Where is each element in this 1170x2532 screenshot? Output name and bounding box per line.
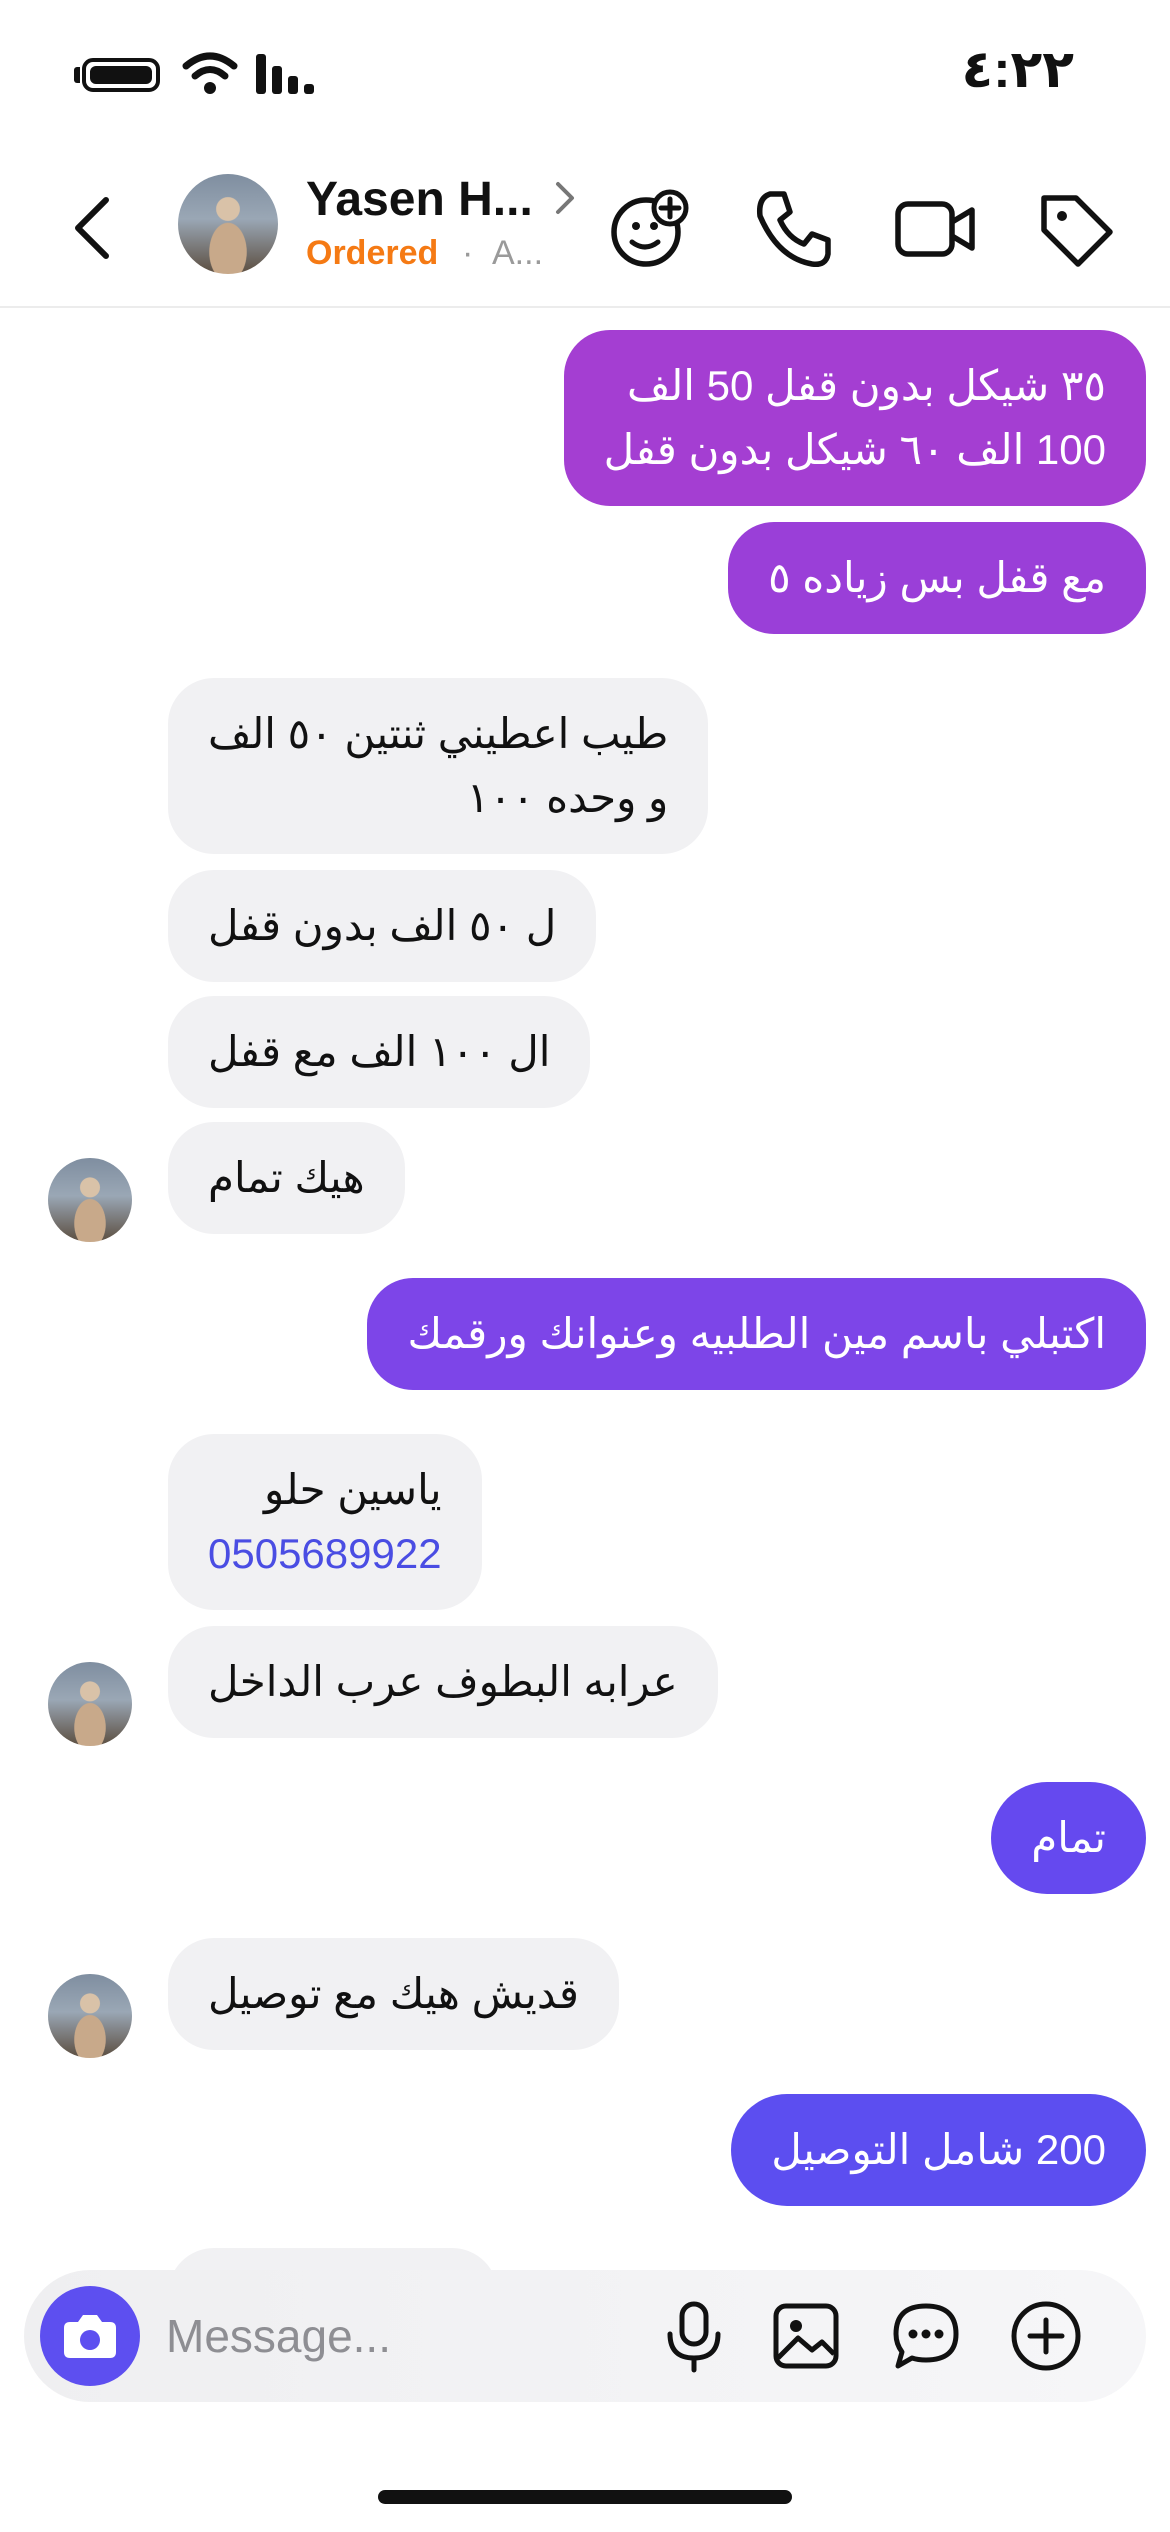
sender-avatar[interactable]: [48, 1662, 132, 1746]
chevron-right-icon[interactable]: [552, 178, 580, 218]
tag-icon[interactable]: [1030, 184, 1120, 274]
message-outgoing[interactable]: مع قفل بس زياده ٥: [728, 522, 1146, 634]
message-text: ال ١٠٠ الف مع قفل: [208, 1028, 551, 1075]
message-text: هيك تمام: [208, 1154, 365, 1201]
message-text: و وحده ١٠٠: [466, 774, 669, 821]
status-separator: ·: [462, 234, 474, 272]
phone-number-link[interactable]: 0505689922: [208, 1522, 442, 1586]
chat-header: Yasen H... Ordered · A...: [0, 150, 1170, 308]
wifi-icon: [182, 52, 238, 94]
message-incoming[interactable]: ال ١٠٠ الف مع قفل: [168, 996, 591, 1108]
contact-name[interactable]: Yasen H...: [306, 172, 533, 227]
battery-icon: [82, 58, 160, 92]
message-incoming[interactable]: ل ٥٠ الف بدون قفل: [168, 870, 597, 982]
message-text: اكتبلي باسم مين الطلبيه وعنوانك ورقمك: [407, 1310, 1106, 1357]
message-text: عرابه البطوف عرب الداخل: [208, 1658, 678, 1705]
camera-icon: [64, 2315, 116, 2358]
battery-tip: [74, 67, 80, 83]
message-outgoing[interactable]: ٣٥ شيكل بدون قفل 50 الف 100 الف ٦٠ شيكل …: [563, 330, 1146, 506]
video-icon[interactable]: [890, 184, 980, 274]
status-badge: Ordered: [306, 234, 439, 272]
camera-button[interactable]: [40, 2286, 140, 2386]
message-text: تمام: [1031, 1814, 1106, 1861]
message-text: طيب اعطيني ثنتين ٥٠ الف: [208, 710, 669, 757]
sticker-add-icon[interactable]: [604, 184, 694, 274]
message-text: ل ٥٠ الف بدون قفل: [208, 902, 557, 949]
message-outgoing[interactable]: اكتبلي باسم مين الطلبيه وعنوانك ورقمك: [367, 1278, 1146, 1390]
status-subtext: A...: [492, 234, 544, 272]
message-incoming[interactable]: هيك تمام: [168, 1122, 405, 1234]
status-bar: ٤:٢٢: [0, 0, 1170, 150]
message-text: 200 شامل التوصيل: [771, 2126, 1106, 2173]
message-outgoing[interactable]: 200 شامل التوصيل: [731, 2094, 1146, 2206]
message-text: مع قفل بس زياده ٥: [768, 554, 1106, 601]
message-incoming[interactable]: ياسين حلو 0505689922: [168, 1434, 482, 1610]
message-text: قديش هيك مع توصيل: [208, 1970, 579, 2017]
message-text: 100 الف ٦٠ شيكل بدون قفل: [603, 426, 1106, 473]
message-incoming[interactable]: طيب اعطيني ثنتين ٥٠ الف و وحده ١٠٠: [168, 678, 709, 854]
message-input[interactable]: [166, 2294, 666, 2378]
image-icon[interactable]: [766, 2296, 846, 2376]
phone-icon[interactable]: [748, 184, 838, 274]
signal-icon: [256, 54, 314, 94]
back-icon[interactable]: [56, 188, 136, 268]
sender-avatar[interactable]: [48, 1974, 132, 2058]
home-indicator[interactable]: [378, 2490, 792, 2504]
message-text: ياسين حلو: [264, 1466, 442, 1513]
message-text: ٣٥ شيكل بدون قفل 50 الف: [626, 362, 1106, 409]
microphone-icon[interactable]: [654, 2296, 734, 2376]
sender-avatar[interactable]: [48, 1158, 132, 1242]
plus-circle-icon[interactable]: [1006, 2296, 1086, 2376]
contact-avatar[interactable]: [178, 174, 278, 274]
message-incoming[interactable]: عرابه البطوف عرب الداخل: [168, 1626, 718, 1738]
clock-time: ٤:٢٢: [961, 41, 1074, 99]
message-outgoing[interactable]: تمام: [991, 1782, 1146, 1894]
chat-bubble-icon[interactable]: [886, 2296, 966, 2376]
message-incoming[interactable]: قديش هيك مع توصيل: [168, 1938, 619, 2050]
message-composer: [24, 2270, 1146, 2402]
